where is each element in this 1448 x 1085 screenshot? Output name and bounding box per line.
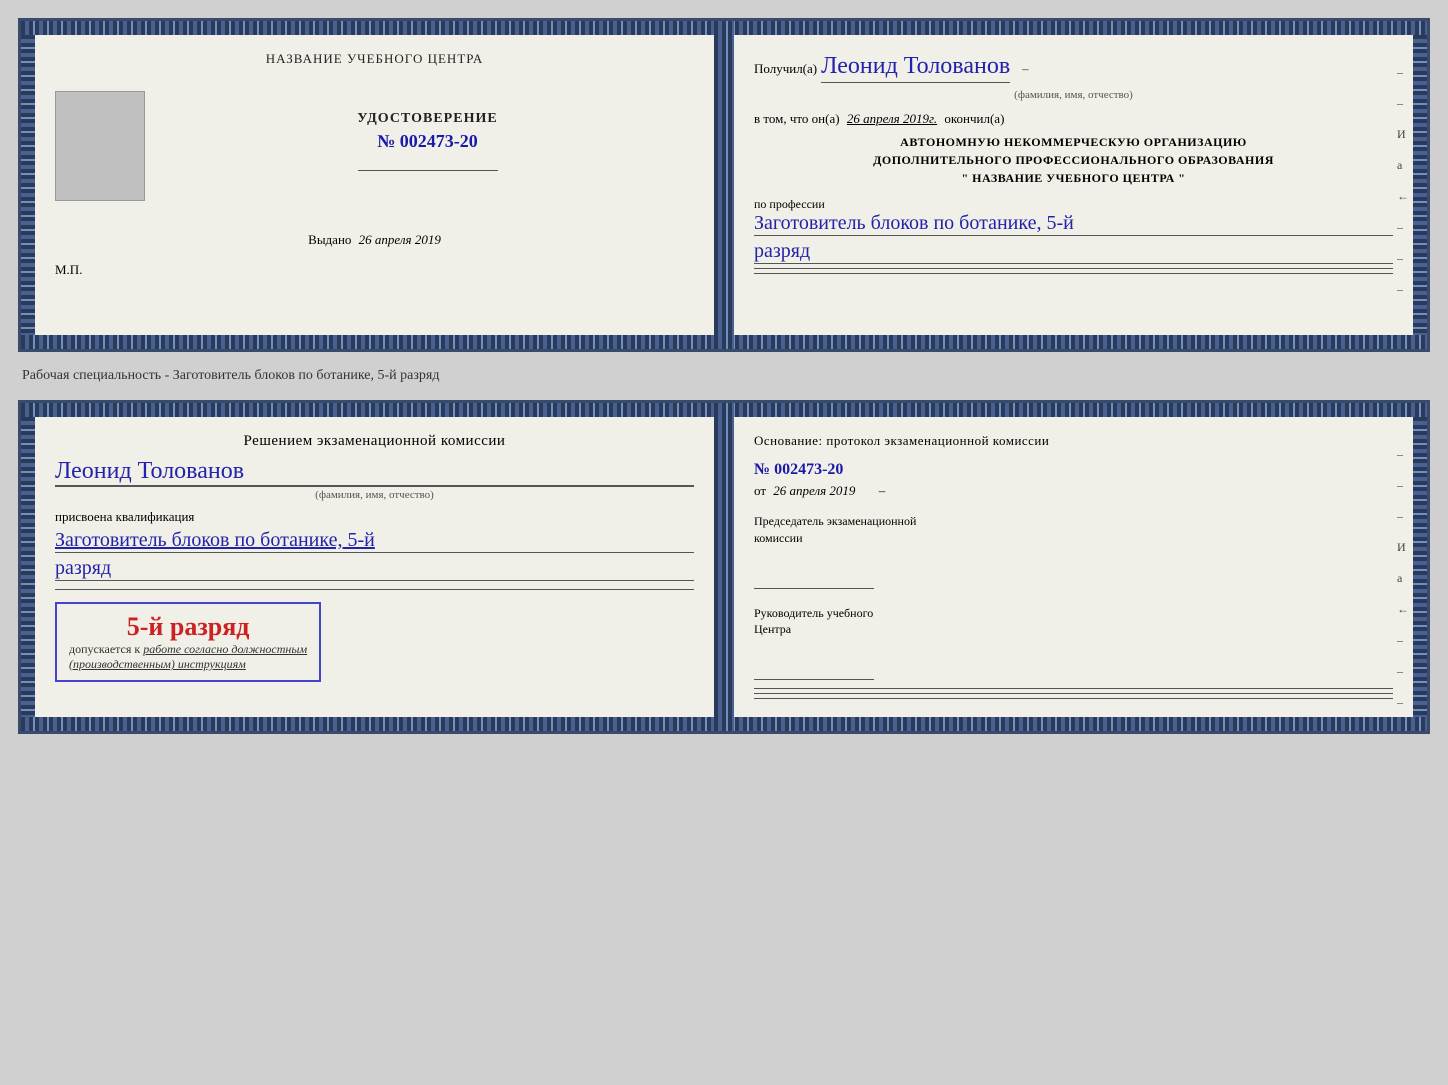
card2-left: Решением экзаменационной комиссии Леонид… [35,417,714,717]
org-line3: " НАЗВАНИЕ УЧЕБНОГО ЦЕНТРА " [754,169,1393,187]
director-title: Руководитель учебного [754,606,873,620]
certified-suffix: окончил(а) [944,111,1004,126]
chairman-signature-line [754,569,874,589]
specialty-label: Рабочая специальность - Заготовитель бло… [18,362,1430,390]
photo-placeholder [55,91,145,201]
name-subtitle-2: (фамилия, имя, отчество) [55,486,694,501]
cert-number: № 002473-20 [377,131,478,152]
issued-line: Выдано 26 апреля 2019 [308,232,441,247]
director-subtitle: Центра [754,622,791,636]
org-line2: ДОПОЛНИТЕЛЬНОГО ПРОФЕССИОНАЛЬНОГО ОБРАЗО… [754,151,1393,169]
stamp-desc3-text: (производственным) инструкциям [69,657,246,671]
spine-1 [714,21,734,349]
stamp-desc3: (производственным) инструкциям [69,657,307,672]
issued-label: Выдано [308,232,351,247]
stamp-box: 5-й разряд допускается к работе согласно… [55,602,321,682]
card1-right: – – И а ← – – – Получил(а) Леонид Толова… [734,35,1413,335]
razryad-2: разряд [55,557,694,581]
razryad-1: разряд [754,240,1393,264]
certificate-card-1: НАЗВАНИЕ УЧЕБНОГО ЦЕНТРА УДОСТОВЕРЕНИЕ №… [18,18,1430,352]
spine-2 [714,403,734,731]
border-right-2 [1413,417,1427,717]
card1-left: НАЗВАНИЕ УЧЕБНОГО ЦЕНТРА УДОСТОВЕРЕНИЕ №… [35,35,714,335]
qualification-label: присвоена квалификация [55,509,694,525]
chairman-subtitle: комиссии [754,531,803,545]
certified-date: 26 апреля 2019г. [847,111,937,126]
stamp-desc1: допускается к [69,642,140,656]
director-signature-line [754,660,874,680]
received-name: Леонид Толованов [821,53,1010,83]
director-block: Руководитель учебного Центра [754,605,1393,639]
border-left-1 [21,35,35,335]
border-left-2 [21,417,35,717]
training-center-title-1: НАЗВАНИЕ УЧЕБНОГО ЦЕНТРА [55,51,694,67]
stamp-rank: 5-й разряд [69,612,307,642]
border-right-1 [1413,35,1427,335]
mp-label: М.П. [55,262,82,277]
qualification-name: Заготовитель блоков по ботанике, 5-й [55,529,694,553]
basis-title: Основание: протокол экзаменационной коми… [754,433,1393,449]
received-prefix: Получил(а) [754,61,817,76]
profession-label: по профессии [754,197,1393,212]
protocol-date: 26 апреля 2019 [773,483,855,498]
org-block: АВТОНОМНУЮ НЕКОММЕРЧЕСКУЮ ОРГАНИЗАЦИЮ ДО… [754,133,1393,187]
profession-name: Заготовитель блоков по ботанике, 5-й [754,212,1393,236]
person-name: Леонид Толованов [55,458,694,486]
card2-right: – – – И а ← – – – – Основание: протокол … [734,417,1413,717]
certificate-card-2: Решением экзаменационной комиссии Леонид… [18,400,1430,734]
name-subtitle-1: (фамилия, имя, отчество) [754,89,1393,101]
stamp-desc: допускается к работе согласно должностны… [69,642,307,657]
commission-title: Решением экзаменационной комиссии [55,433,694,450]
issued-date: 26 апреля 2019 [359,232,441,247]
certified-text: в том, что он(а) [754,111,840,126]
cert-title: УДОСТОВЕРЕНИЕ [357,111,497,127]
chairman-title: Председатель экзаменационной [754,514,916,528]
chairman-block: Председатель экзаменационной комиссии [754,513,1393,547]
document-container: НАЗВАНИЕ УЧЕБНОГО ЦЕНТРА УДОСТОВЕРЕНИЕ №… [18,18,1430,734]
stamp-desc2: работе согласно должностным [143,642,307,656]
date-prefix: от [754,483,766,498]
org-line1: АВТОНОМНУЮ НЕКОММЕРЧЕСКУЮ ОРГАНИЗАЦИЮ [754,133,1393,151]
protocol-number: № 002473-20 [754,461,1393,479]
